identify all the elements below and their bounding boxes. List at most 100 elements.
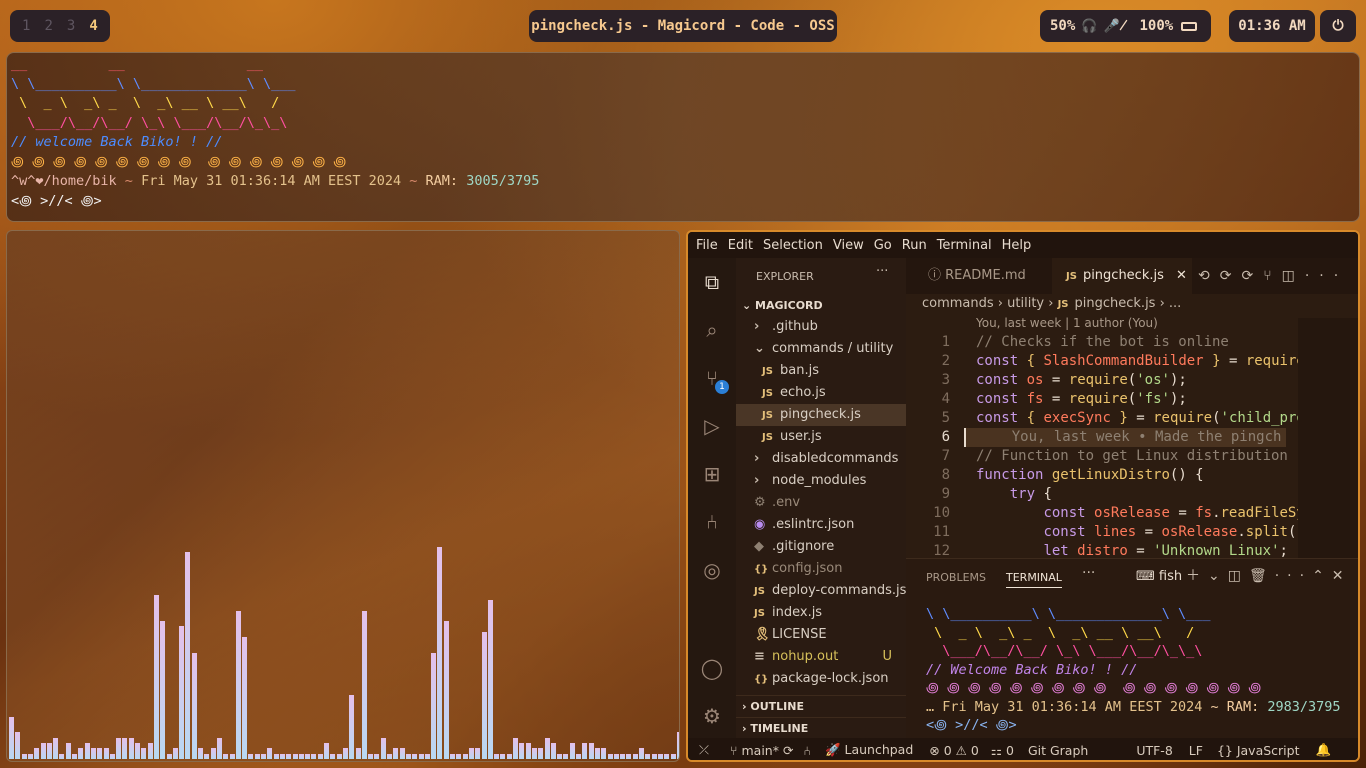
- tree-item-label: disabledcommands: [772, 451, 899, 466]
- panel-actions[interactable]: ＋⌄◫🗑···⌃✕: [1186, 565, 1352, 585]
- menu-help[interactable]: Help: [1002, 238, 1032, 253]
- workspace-4[interactable]: 4: [89, 18, 97, 34]
- encoding[interactable]: UTF-8: [1136, 743, 1172, 758]
- panel-terminal-output[interactable]: \ \__________\ \_____________\ \___ \ _ …: [926, 605, 1341, 735]
- tree-item-ban-js[interactable]: JS ban.js: [736, 360, 906, 382]
- minimap[interactable]: [1298, 318, 1358, 558]
- tree-item-commands-utility[interactable]: ⌄ commands / utility: [736, 338, 906, 360]
- headphones-icon[interactable]: 🎧: [1081, 19, 1097, 34]
- git-graph-icon[interactable]: ⑃: [700, 510, 724, 534]
- menu-view[interactable]: View: [833, 238, 864, 253]
- tree-item-eslintrc-json[interactable]: ◉ .eslintrc.json: [736, 514, 906, 536]
- tree-item-user-js[interactable]: JS user.js: [736, 426, 906, 448]
- search-icon[interactable]: ⌕: [700, 318, 724, 342]
- source-control-icon[interactable]: ⑂ 1: [700, 366, 729, 394]
- editor-actions[interactable]: ⟲⟳⟳⑂◫···: [1198, 258, 1358, 294]
- project-header[interactable]: ⌄ MAGICORD: [736, 295, 906, 317]
- terminal-shell-selector[interactable]: ⌨ fish: [1136, 569, 1182, 584]
- volume-level[interactable]: 50%: [1050, 18, 1075, 34]
- visualizer-bar: [450, 754, 455, 759]
- outline-section[interactable]: › OUTLINE: [736, 695, 906, 717]
- workspace-3[interactable]: 3: [67, 18, 75, 34]
- tab-readme[interactable]: ⓘ README.md: [906, 258, 1052, 294]
- ports-count[interactable]: ⚏ 0: [991, 743, 1014, 758]
- more-actions-icon[interactable]: ···: [876, 264, 888, 279]
- notifications-bell-icon[interactable]: 🔔: [1316, 742, 1332, 758]
- panel-more-icon[interactable]: ···: [1082, 565, 1095, 581]
- code-line: let distro = 'Unknown Linux';: [1043, 543, 1288, 558]
- visualizer-bar: [330, 754, 336, 759]
- visualizer-bar: [582, 743, 588, 759]
- menu-edit[interactable]: Edit: [728, 238, 753, 253]
- visualizer-bar: [191, 653, 197, 759]
- battery-icon: [1181, 21, 1198, 31]
- visualizer-bar: [40, 743, 46, 759]
- code-line: // Checks if the bot is online: [976, 334, 1229, 350]
- git-graph-button[interactable]: Git Graph: [1028, 743, 1088, 758]
- tree-item-pingcheck-js[interactable]: JS pingcheck.js: [736, 404, 906, 426]
- line-number: 12: [933, 543, 950, 558]
- menu-terminal[interactable]: Terminal: [937, 238, 992, 253]
- visualizer-bar: [462, 754, 468, 759]
- tree-item-gitignore[interactable]: ◆ .gitignore: [736, 536, 906, 558]
- extensions-icon[interactable]: ⊞: [700, 462, 724, 486]
- folder-icon: ›: [754, 473, 760, 488]
- tree-item-label: node_modules: [772, 473, 867, 488]
- launchpad[interactable]: 🚀 Launchpad: [825, 742, 913, 758]
- git-icon[interactable]: ⑃: [803, 743, 811, 758]
- tree-item-license[interactable]: 🎗LICENSE: [736, 624, 906, 646]
- tree-item-disabledcommands[interactable]: › disabledcommands: [736, 448, 906, 470]
- tab-problems[interactable]: PROBLEMS: [926, 571, 986, 584]
- workspace-1[interactable]: 1: [22, 18, 30, 34]
- timeline-section[interactable]: › TIMELINE: [736, 717, 906, 739]
- tree-item-package-lock-json[interactable]: {} package-lock.json: [736, 668, 906, 690]
- run-debug-icon[interactable]: ▷: [700, 414, 724, 438]
- settings-gear-icon[interactable]: ⚙: [700, 704, 724, 728]
- vscode-window: File Edit Selection View Go Run Terminal Help ⧉…: [686, 230, 1360, 762]
- visualizer-bar: [179, 626, 185, 759]
- editor-area[interactable]: ⓘ README.md JS pingcheck.js ✕ ⟲⟳⟳⑂◫··· co…: [906, 258, 1358, 558]
- tree-item-deploy-commands-js[interactable]: JS deploy-commands.js: [736, 580, 906, 602]
- tree-item-config-json[interactable]: {} config.json: [736, 558, 906, 580]
- menu-file[interactable]: File: [696, 238, 718, 253]
- workspace-2[interactable]: 2: [44, 18, 52, 34]
- account-icon[interactable]: ◯: [700, 656, 724, 680]
- visualizer-bar: [84, 743, 90, 759]
- tree-item-env[interactable]: ⚙ .env: [736, 492, 906, 514]
- code-lines[interactable]: 1 // Checks if the bot is online 2 const { …: [906, 333, 1298, 558]
- tree-item-label: index.js: [772, 605, 823, 620]
- line-endings[interactable]: LF: [1189, 743, 1203, 758]
- problems-count[interactable]: ⊗ 0 ⚠ 0: [929, 743, 979, 758]
- remote-indicator-icon[interactable]: ⤫: [688, 742, 720, 758]
- tab-terminal[interactable]: TERMINAL: [1006, 571, 1062, 588]
- explorer-icon[interactable]: ⧉: [700, 270, 724, 294]
- remote-icon[interactable]: ◎: [700, 558, 724, 582]
- visualizer-bar: [468, 748, 474, 759]
- js-icon: JS: [762, 388, 773, 399]
- breadcrumb[interactable]: commands › utility › JS pingcheck.js › ..…: [922, 296, 1181, 311]
- tab-pingcheck[interactable]: JS pingcheck.js ✕: [1052, 258, 1192, 294]
- visualizer-bar: [594, 748, 600, 759]
- tree-item-nohup-out[interactable]: ≡ nohup.out U: [736, 646, 906, 668]
- line-number: 5: [941, 410, 950, 426]
- tree-item-index-js[interactable]: JS index.js: [736, 602, 906, 624]
- menu-go[interactable]: Go: [874, 238, 892, 253]
- tree-item-node-modules[interactable]: › node_modules: [736, 470, 906, 492]
- menu-run[interactable]: Run: [902, 238, 927, 253]
- visualizer-bar: [242, 637, 248, 759]
- mic-muted-icon[interactable]: 🎤̸: [1103, 19, 1127, 34]
- tree-item-echo-js[interactable]: JS echo.js: [736, 382, 906, 404]
- visualizer-bar: [223, 754, 229, 759]
- terminal-window[interactable]: __ __ __ \ \__________\ \_____________\ …: [6, 52, 1360, 222]
- tree-item-github[interactable]: › .github: [736, 316, 906, 338]
- visualizer-bar: [204, 754, 210, 759]
- close-icon[interactable]: ✕: [1176, 268, 1187, 283]
- language-mode[interactable]: {} JavaScript: [1217, 743, 1300, 758]
- menu-selection[interactable]: Selection: [763, 238, 823, 253]
- visualizer-bar: [544, 738, 550, 759]
- visualizer-bar: [380, 738, 386, 759]
- power-icon[interactable]: ⏻: [1320, 10, 1356, 42]
- tree-item-label: deploy-commands.js: [772, 583, 907, 598]
- prompt-ram: 3005/3795: [466, 173, 540, 189]
- git-branch[interactable]: ⑂ main* ⟳: [730, 743, 793, 758]
